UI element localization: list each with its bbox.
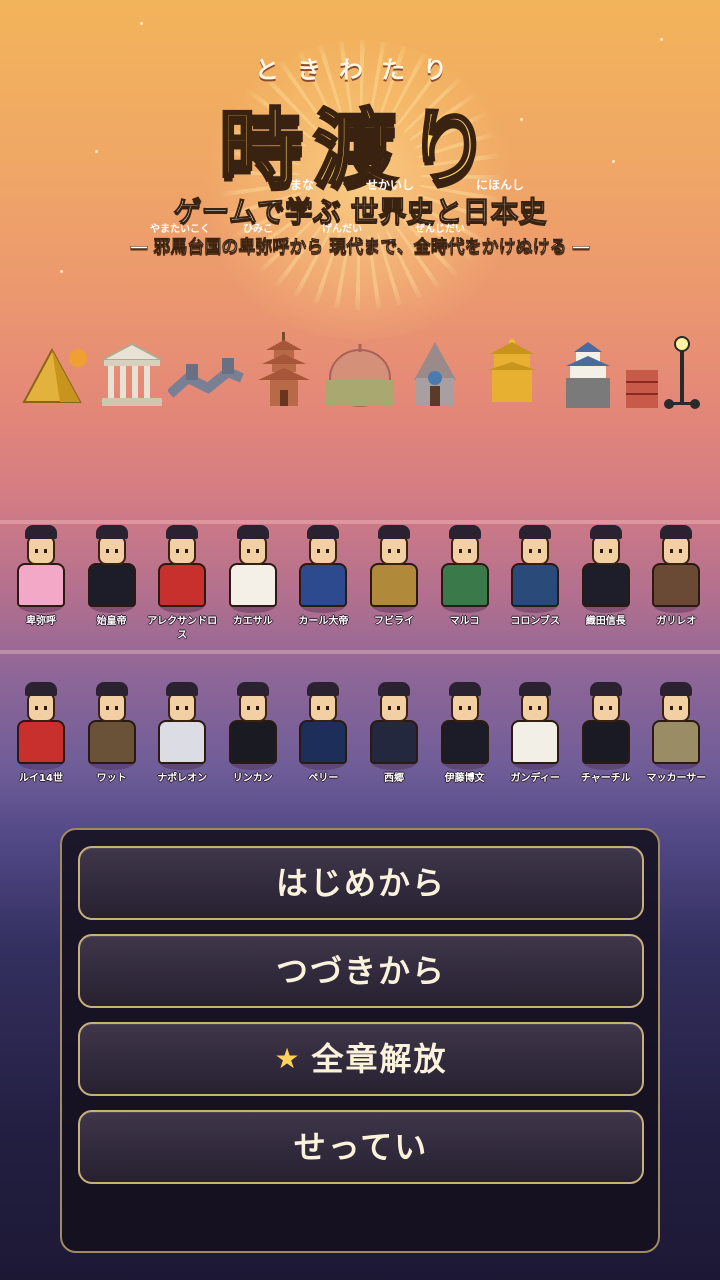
character-sprite (362, 672, 426, 770)
character-figure: マルコ (430, 515, 500, 629)
character-name: ワット (96, 773, 127, 784)
character-sprite (9, 515, 73, 613)
character-name: 始皇帝 (96, 616, 127, 627)
game-title: 時渡り (217, 98, 501, 200)
character-figure: ペリー (288, 672, 358, 786)
character-name: フビライ (374, 616, 414, 627)
character-figure: 織田信長 (571, 515, 641, 629)
character-name: カエサル (232, 616, 273, 627)
character-figure: 卑弥呼 (6, 515, 76, 629)
unlock-all-label: 全章解放 (311, 1040, 448, 1078)
character-sprite (362, 515, 426, 613)
colosseum-icon (326, 344, 394, 407)
settings-label: せってい (293, 1128, 429, 1166)
main-menu-panel: はじめから つづきから ★ 全章解放 せってい (60, 828, 660, 1253)
pyramid-icon (22, 347, 87, 403)
new-game-label: はじめから (275, 864, 446, 902)
character-figure: ガリレオ (641, 515, 711, 629)
sparkle (60, 270, 63, 273)
character-name: ルイ14世 (19, 773, 63, 784)
character-sprite (433, 672, 497, 770)
character-sprite (574, 515, 638, 613)
continue-label: つづきから (275, 952, 446, 990)
sparkle (140, 22, 143, 25)
character-name: アレクサンドロス (147, 616, 218, 641)
character-name: 卑弥呼 (26, 616, 56, 627)
character-figure: 西郷 (359, 672, 429, 786)
character-figure: 伊藤博文 (430, 672, 500, 786)
title-ruby: ときわたり (255, 56, 465, 84)
character-name: 伊藤博文 (444, 773, 485, 784)
character-sprite (503, 515, 567, 613)
castle-tower-icon (414, 342, 456, 406)
character-figure: 始皇帝 (77, 515, 147, 629)
character-name: マルコ (449, 616, 480, 627)
new-game-button[interactable]: はじめから (78, 846, 644, 920)
street-lamp-icon (664, 336, 700, 409)
shelf-line (0, 650, 720, 654)
character-sprite (80, 672, 144, 770)
character-name: チャーチル (580, 773, 631, 784)
character-figure: フビライ (359, 515, 429, 629)
character-sprite (9, 672, 73, 770)
character-name: マッカーサー (646, 773, 707, 784)
character-figure: ルイ14世 (6, 672, 76, 786)
character-figure: カール大帝 (288, 515, 358, 629)
character-figure: チャーチル (571, 672, 641, 786)
character-figure: アレクサンドロス (147, 515, 217, 643)
character-sprite (150, 515, 214, 613)
sparkle (660, 38, 663, 41)
character-figure: ナポレオン (147, 672, 217, 786)
great-wall-icon (168, 358, 244, 398)
character-sprite (574, 672, 638, 770)
character-sprite (291, 515, 355, 613)
character-name: コロンブス (510, 616, 561, 627)
character-sprite (80, 515, 144, 613)
character-name: ペリー (308, 773, 339, 784)
character-figure: ガンディー (500, 672, 570, 786)
character-name: ナポレオン (157, 773, 208, 784)
character-figure: コロンブス (500, 515, 570, 629)
era-buildings-row (0, 330, 720, 420)
character-figure: ワット (77, 672, 147, 786)
character-sprite (433, 515, 497, 613)
character-figure: リンカン (218, 672, 288, 786)
continue-button[interactable]: つづきから (78, 934, 644, 1008)
unlock-all-chapters-button[interactable]: ★ 全章解放 (78, 1022, 644, 1096)
character-figure: カエサル (218, 515, 288, 629)
character-name: ガリレオ (656, 616, 697, 627)
settings-button[interactable]: せってい (78, 1110, 644, 1184)
pagoda-icon (258, 332, 310, 406)
golden-pavilion-icon (488, 339, 536, 402)
character-sprite (503, 672, 567, 770)
character-name: ガンディー (510, 773, 560, 784)
japanese-castle-icon (566, 342, 610, 408)
character-name: カール大帝 (298, 616, 349, 627)
character-sprite (150, 672, 214, 770)
character-sprite (291, 672, 355, 770)
character-name: 西郷 (384, 773, 404, 784)
character-name: 織田信長 (585, 616, 626, 627)
brick-factory-icon (626, 370, 658, 408)
temple-icon (101, 342, 163, 406)
character-sprite (221, 672, 285, 770)
character-name: リンカン (232, 773, 273, 784)
character-sprite (221, 515, 285, 613)
character-figure: マッカーサー (641, 672, 711, 786)
character-sprite (644, 672, 708, 770)
character-sprite (644, 515, 708, 613)
tagline: ― 邪馬台国の卑弥呼から 現代まで、全時代をかけぬける ― (130, 237, 590, 258)
star-icon: ★ (274, 1042, 302, 1075)
